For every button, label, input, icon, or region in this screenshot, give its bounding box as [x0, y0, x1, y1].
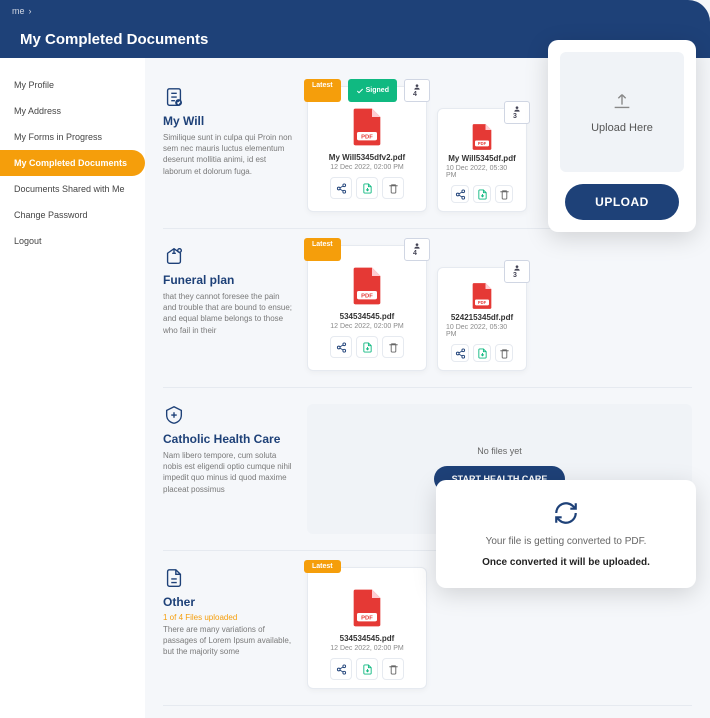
refresh-icon [553, 500, 579, 526]
file-date: 10 Dec 2022, 05:30 PM [446, 165, 518, 179]
svg-text:PDF: PDF [361, 616, 373, 622]
share-button[interactable] [330, 336, 352, 358]
share-button[interactable] [451, 344, 469, 362]
section-icon [163, 245, 293, 267]
chevron-right-icon: › [29, 6, 32, 16]
pdf-icon: PDF [350, 588, 384, 628]
section-icon [163, 86, 293, 108]
pdf-icon: PDF [470, 282, 494, 310]
sidebar: My Profile My Address My Forms in Progre… [0, 58, 145, 718]
file-date: 12 Dec 2022, 02:00 PM [330, 164, 404, 171]
latest-badge: Latest [304, 560, 341, 573]
sidebar-item-forms[interactable]: My Forms in Progress [0, 124, 145, 150]
section-title: Funeral plan [163, 273, 293, 287]
file-cards: Latest 4 PDF 534534545.pdf 12 Dec 2022, … [307, 245, 692, 371]
section-icon [163, 567, 293, 589]
section-description: Nam libero tempore, cum soluta nobis est… [163, 450, 293, 495]
file-card[interactable]: Latest 4 PDF 534534545.pdf 12 Dec 2022, … [307, 245, 427, 371]
section-subtitle: 1 of 4 Files uploaded [163, 613, 293, 622]
file-card[interactable]: Latest PDF 534534545.pdf 12 Dec 2022, 02… [307, 567, 427, 689]
svg-text:PDF: PDF [361, 294, 373, 300]
latest-badge: Latest [304, 79, 341, 102]
delete-button[interactable] [382, 336, 404, 358]
download-button[interactable] [473, 344, 491, 362]
share-button[interactable] [330, 177, 352, 199]
sidebar-item-completed[interactable]: My Completed Documents [0, 150, 145, 176]
pdf-icon: PDF [350, 107, 384, 147]
upload-panel: Upload Here UPLOAD [548, 40, 696, 232]
share-button[interactable] [330, 658, 352, 680]
section-description: There are many variations of passages of… [163, 624, 293, 658]
file-date: 12 Dec 2022, 02:00 PM [330, 645, 404, 652]
download-button[interactable] [356, 336, 378, 358]
delete-button[interactable] [382, 177, 404, 199]
share-count-badge: 3 [504, 101, 530, 124]
section: Funeral plan that they cannot foresee th… [163, 229, 692, 388]
share-count-badge: 3 [504, 260, 530, 283]
file-card[interactable]: 3 PDF 524215345df.pdf 10 Dec 2022, 05:30… [437, 267, 527, 371]
pdf-icon: PDF [470, 123, 494, 151]
share-button[interactable] [451, 185, 469, 203]
download-button[interactable] [356, 177, 378, 199]
share-count-badge: 4 [404, 238, 430, 261]
file-card[interactable]: LatestSigned 4 PDF My Will5345dfv2.pdf 1… [307, 86, 427, 212]
file-name: My Will5345df.pdf [448, 154, 516, 163]
file-date: 10 Dec 2022, 05:30 PM [446, 324, 518, 338]
empty-text: No files yet [477, 446, 522, 456]
delete-button[interactable] [495, 344, 513, 362]
breadcrumb[interactable]: me › [12, 6, 32, 16]
toast-message-2: Once converted it will be uploaded. [482, 557, 650, 568]
section-icon [163, 404, 293, 426]
file-name: 534534545.pdf [340, 634, 395, 643]
conversion-toast: Your file is getting converted to PDF. O… [436, 480, 696, 588]
file-date: 12 Dec 2022, 02:00 PM [330, 323, 404, 330]
dropzone-label: Upload Here [591, 122, 653, 134]
svg-text:PDF: PDF [478, 300, 487, 305]
pdf-icon: PDF [350, 266, 384, 306]
file-name: My Will5345dfv2.pdf [329, 153, 405, 162]
signed-badge: Signed [348, 79, 397, 102]
sidebar-item-logout[interactable]: Logout [0, 228, 145, 254]
sidebar-item-shared[interactable]: Documents Shared with Me [0, 176, 145, 202]
upload-button[interactable]: UPLOAD [565, 184, 679, 220]
sidebar-item-password[interactable]: Change Password [0, 202, 145, 228]
delete-button[interactable] [382, 658, 404, 680]
section-description: that they cannot foresee the pain and tr… [163, 291, 293, 336]
upload-icon [611, 90, 633, 112]
delete-button[interactable] [495, 185, 513, 203]
svg-text:PDF: PDF [478, 141, 487, 146]
sidebar-item-profile[interactable]: My Profile [0, 72, 145, 98]
section-title: Other [163, 595, 293, 609]
file-name: 524215345df.pdf [451, 313, 513, 322]
svg-text:PDF: PDF [361, 135, 373, 141]
upload-dropzone[interactable]: Upload Here [560, 52, 684, 172]
section-description: Similique sunt in culpa qui Proin non se… [163, 132, 293, 177]
section-title: Catholic Health Care [163, 432, 293, 446]
share-count-badge: 4 [404, 79, 430, 102]
download-button[interactable] [473, 185, 491, 203]
file-name: 534534545.pdf [340, 312, 395, 321]
toast-message-1: Your file is getting converted to PDF. [486, 536, 647, 547]
page-title: My Completed Documents [20, 31, 208, 48]
download-button[interactable] [356, 658, 378, 680]
sidebar-item-address[interactable]: My Address [0, 98, 145, 124]
breadcrumb-home[interactable]: me [12, 6, 25, 16]
section-title: My Will [163, 114, 293, 128]
file-card[interactable]: 3 PDF My Will5345df.pdf 10 Dec 2022, 05:… [437, 108, 527, 212]
latest-badge: Latest [304, 238, 341, 261]
